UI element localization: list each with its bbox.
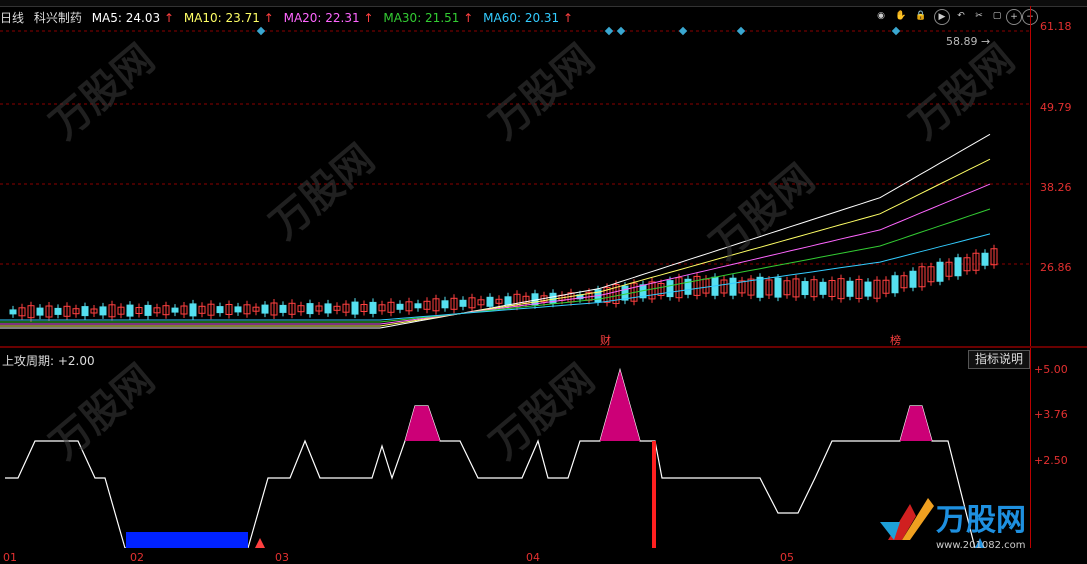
candle-body bbox=[504, 296, 512, 306]
x-tick: 03 bbox=[275, 551, 289, 564]
stock-name: 科兴制药 bbox=[33, 11, 82, 25]
candle-body bbox=[144, 304, 152, 316]
price-tick: 61.18 bbox=[1040, 20, 1072, 33]
ma30-label: MA30: 21.51 bbox=[383, 11, 460, 25]
indicator-tick: +3.76 bbox=[1034, 408, 1068, 421]
candle-body bbox=[666, 280, 674, 298]
candle-body bbox=[756, 276, 764, 298]
lock-icon[interactable]: 🔒 bbox=[914, 9, 928, 23]
peak-fill bbox=[405, 406, 440, 441]
indicator-help-button[interactable]: 指标说明 bbox=[968, 350, 1030, 369]
ma60-label: MA60: 20.31 bbox=[483, 11, 560, 25]
price-tick: 49.79 bbox=[1040, 101, 1072, 114]
candle-body bbox=[351, 301, 359, 315]
ma60-arrow: ↑ bbox=[563, 11, 574, 25]
x-tick: 01 bbox=[3, 551, 17, 564]
expand-icon[interactable]: ▢ bbox=[990, 9, 1004, 23]
candle-body bbox=[801, 281, 809, 296]
candle-body bbox=[216, 306, 224, 314]
candle-body bbox=[909, 270, 917, 288]
scissors-icon[interactable]: ✂ bbox=[972, 9, 986, 23]
brand-text: 万股网 bbox=[936, 503, 1026, 538]
candle-body bbox=[459, 299, 467, 307]
signal-bar bbox=[652, 441, 656, 548]
indicator-title: 上攻周期: +2.00 bbox=[2, 354, 95, 368]
brand-url: www.201082.com bbox=[936, 540, 1026, 551]
ma10-arrow: ↑ bbox=[263, 11, 274, 25]
candle-body bbox=[324, 303, 332, 314]
candle-body bbox=[441, 300, 449, 309]
candle-body bbox=[846, 280, 854, 297]
kline-chart-panel[interactable] bbox=[0, 6, 1030, 346]
candle-body bbox=[396, 303, 404, 310]
ma5-arrow: ↑ bbox=[163, 11, 174, 25]
candle-body bbox=[54, 307, 62, 315]
eye-icon[interactable]: ◉ bbox=[874, 9, 888, 23]
ma20-label: MA20: 22.31 bbox=[283, 11, 360, 25]
candle-body bbox=[774, 277, 782, 298]
candle-body bbox=[306, 303, 314, 315]
chart-period-label[interactable]: 日线 bbox=[0, 11, 24, 25]
candle-body bbox=[621, 285, 629, 301]
price-tick: 26.86 bbox=[1040, 261, 1072, 274]
candle-body bbox=[126, 304, 134, 317]
candle-body bbox=[261, 304, 269, 314]
candle-body bbox=[729, 277, 737, 296]
x-tick: 02 bbox=[130, 551, 144, 564]
candle-body bbox=[171, 307, 179, 313]
candle-body bbox=[864, 281, 872, 297]
trough-fill bbox=[126, 532, 248, 548]
price-tick: 38.26 bbox=[1040, 181, 1072, 194]
ma20-arrow: ↑ bbox=[363, 11, 374, 25]
candle-body bbox=[414, 303, 422, 309]
candle-body bbox=[936, 261, 944, 282]
zoom-in-icon[interactable]: + bbox=[1006, 9, 1022, 25]
peak-fill bbox=[600, 370, 640, 441]
candle-body bbox=[981, 252, 989, 266]
indicator-tick: +2.50 bbox=[1034, 454, 1068, 467]
buy-arrow-icon bbox=[255, 538, 265, 548]
candle-body bbox=[891, 275, 899, 294]
chart-header: 日线 科兴制药 MA5: 24.03 ↑ MA10: 23.71 ↑ MA20:… bbox=[0, 9, 579, 26]
candle-body bbox=[279, 304, 287, 313]
candle-body bbox=[99, 306, 107, 316]
candle-body bbox=[9, 309, 17, 315]
candle-body bbox=[81, 306, 89, 317]
ma30-arrow: ↑ bbox=[463, 11, 474, 25]
kline-chart-svg bbox=[0, 30, 1030, 329]
hand-icon[interactable]: ✋ bbox=[894, 9, 908, 23]
price-scale bbox=[1030, 6, 1087, 346]
candle-body bbox=[36, 307, 44, 316]
candle-body bbox=[954, 257, 962, 277]
x-tick: 05 bbox=[780, 551, 794, 564]
ma5-label: MA5: 24.03 bbox=[91, 11, 161, 25]
indicator-scale bbox=[1030, 348, 1087, 548]
x-tick: 04 bbox=[526, 551, 540, 564]
undo-icon[interactable]: ↶ bbox=[954, 9, 968, 23]
play-icon[interactable]: ▶ bbox=[934, 9, 950, 25]
indicator-tick: +5.00 bbox=[1034, 363, 1068, 376]
candle-body bbox=[486, 296, 494, 307]
candle-body bbox=[369, 301, 377, 314]
candle-body bbox=[234, 306, 242, 313]
candle-body bbox=[819, 281, 827, 295]
ma10-label: MA10: 23.71 bbox=[183, 11, 260, 25]
brand-logo: 万股网 www.201082.com bbox=[880, 492, 1030, 552]
candle-body bbox=[189, 303, 197, 317]
